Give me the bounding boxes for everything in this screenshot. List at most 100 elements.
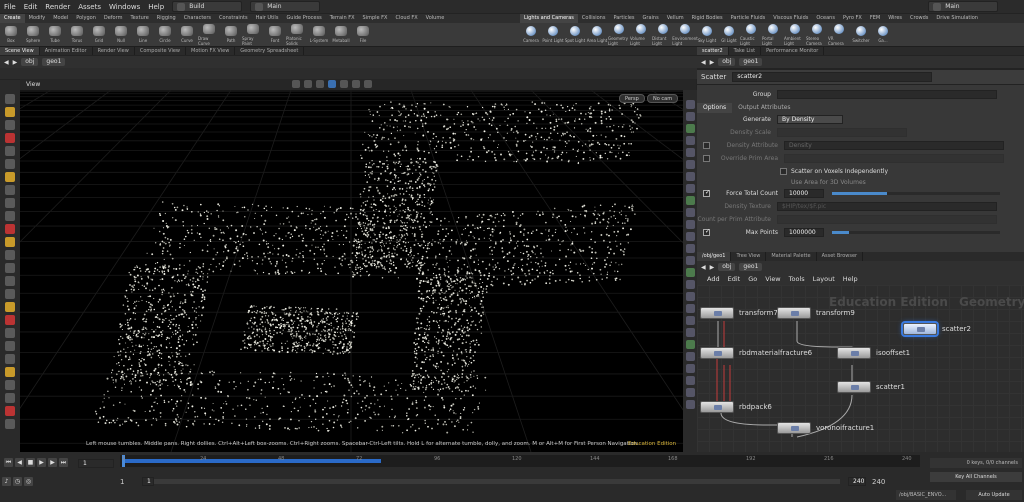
key-all-channels-button[interactable]: Key All Channels xyxy=(930,472,1022,482)
view-tool-icon[interactable] xyxy=(328,80,336,88)
tool-icon[interactable] xyxy=(5,133,15,143)
count-prim-field[interactable] xyxy=(777,215,997,224)
override-prim-field[interactable] xyxy=(784,154,1004,163)
current-frame-field[interactable]: 1 xyxy=(78,459,114,468)
viewer-tab[interactable]: Composite View xyxy=(135,47,186,55)
shelf-tool[interactable]: Distant Light xyxy=(652,23,674,46)
back-arrow-icon[interactable]: ◀ xyxy=(701,264,706,271)
view-tool-icon[interactable] xyxy=(352,80,360,88)
shelf-tool[interactable]: Volume Light xyxy=(630,23,652,46)
forward-arrow-icon[interactable]: ▶ xyxy=(13,59,18,66)
shelf-tab[interactable]: Rigid Bodies xyxy=(688,14,727,23)
update-mode-button[interactable]: Auto Update xyxy=(966,490,1022,500)
tool-icon[interactable] xyxy=(5,367,15,377)
viewer-tab[interactable]: Render View xyxy=(93,47,135,55)
shelf-tab[interactable]: Rigging xyxy=(153,14,180,23)
viewer-tab[interactable]: Scene View xyxy=(0,47,40,55)
path-geo1[interactable]: geo1 xyxy=(42,58,66,66)
node-isooffset1[interactable]: isooffset1 xyxy=(837,347,910,359)
shelf-tool[interactable]: Curve xyxy=(176,23,198,46)
forward-arrow-icon[interactable]: ▶ xyxy=(710,59,715,66)
shelf-tool[interactable]: Sky Light xyxy=(696,23,718,46)
shelf-tool[interactable]: L-System xyxy=(308,23,330,46)
force-total-checkbox[interactable] xyxy=(703,190,710,197)
stop-icon[interactable]: ■ xyxy=(26,458,35,467)
path-obj[interactable]: obj xyxy=(21,58,39,66)
persp-button[interactable]: Persp xyxy=(619,94,645,103)
shelf-tool[interactable]: Tube xyxy=(44,23,66,46)
menu-help[interactable]: Help xyxy=(148,3,164,11)
shelf-tool[interactable]: Spot Light xyxy=(564,23,586,46)
tool-icon[interactable] xyxy=(5,198,15,208)
shelf-tab[interactable]: FEM xyxy=(866,14,884,23)
tool-icon[interactable] xyxy=(5,250,15,260)
back-arrow-icon[interactable]: ◀ xyxy=(701,59,706,66)
shelf-tab[interactable]: Grains xyxy=(639,14,663,23)
shelf-tab[interactable]: Volume xyxy=(422,14,449,23)
shelf-tab[interactable]: Simple FX xyxy=(359,14,392,23)
jump-end-icon[interactable]: ⏭ xyxy=(59,458,68,467)
tab-network-path[interactable]: /obj/geo1 xyxy=(697,252,732,261)
display-option-icon[interactable] xyxy=(685,400,695,409)
shelf-tool[interactable]: Switcher xyxy=(850,23,872,46)
shelf-tab[interactable]: Particles xyxy=(609,14,638,23)
display-option-icon[interactable] xyxy=(685,100,695,109)
tool-icon[interactable] xyxy=(5,263,15,273)
max-points-checkbox[interactable] xyxy=(703,229,710,236)
shelf-tab[interactable]: Texture xyxy=(126,14,152,23)
node-rbdpack6[interactable]: rbdpack6 xyxy=(700,401,772,413)
shelf-tool[interactable]: GI Light xyxy=(718,23,740,46)
network-menu-item[interactable]: Help xyxy=(843,275,858,283)
display-option-icon[interactable] xyxy=(685,148,695,157)
tool-icon[interactable] xyxy=(5,237,15,247)
display-option-icon[interactable] xyxy=(685,256,695,265)
override-prim-checkbox[interactable] xyxy=(703,155,710,162)
tool-icon[interactable] xyxy=(5,341,15,351)
tool-icon[interactable] xyxy=(5,146,15,156)
param-path-geo1[interactable]: geo1 xyxy=(739,58,763,66)
display-option-icon[interactable] xyxy=(685,292,695,301)
shelf-tab[interactable]: Hair Utils xyxy=(252,14,283,23)
viewer-tab[interactable]: Geometry Spreadsheet xyxy=(235,47,305,55)
shelf-tab[interactable]: Viscous Fluids xyxy=(769,14,812,23)
density-attribute-checkbox[interactable] xyxy=(703,142,710,149)
shelf-tool[interactable]: Line xyxy=(132,23,154,46)
back-arrow-icon[interactable]: ◀ xyxy=(4,59,9,66)
scatter-voxels-checkbox[interactable] xyxy=(780,168,787,175)
tool-icon[interactable] xyxy=(5,419,15,429)
timeline-track[interactable]: 1 24 48 72 96 120 144 168 192 216 240 xyxy=(120,455,920,467)
network-menu-item[interactable]: Go xyxy=(748,275,757,283)
display-option-icon[interactable] xyxy=(685,172,695,181)
shelf-tab[interactable]: Collisions xyxy=(578,14,610,23)
camera-button[interactable]: No cam xyxy=(647,94,679,103)
generate-select[interactable]: By Density xyxy=(777,115,843,124)
node-scatter2[interactable]: scatter2 xyxy=(903,323,971,335)
tool-icon[interactable] xyxy=(5,315,15,325)
force-total-slider[interactable] xyxy=(832,192,1000,195)
tool-icon[interactable] xyxy=(5,380,15,390)
display-option-icon[interactable] xyxy=(685,304,695,313)
density-attribute-field[interactable]: Density xyxy=(784,141,1004,150)
shelf-tab[interactable]: Cloud FX xyxy=(391,14,421,23)
shelf-tab[interactable]: Constraints xyxy=(215,14,252,23)
shelf-tool[interactable]: File xyxy=(352,23,374,46)
shelf-tool[interactable]: Box xyxy=(0,23,22,46)
shelf-tab[interactable]: Characters xyxy=(180,14,215,23)
global-anim-icon[interactable]: ◎ xyxy=(24,477,33,486)
tool-icon[interactable] xyxy=(5,302,15,312)
param-pane-tab[interactable]: Performance Monitor xyxy=(761,47,825,55)
node-transform9[interactable]: transform9 xyxy=(777,307,855,319)
group-field[interactable] xyxy=(777,90,997,99)
shelf-tool[interactable]: Portal Light xyxy=(762,23,784,46)
forward-arrow-icon[interactable]: ▶ xyxy=(710,264,715,271)
shelf-tab[interactable]: Drive Simulation xyxy=(932,14,982,23)
display-option-icon[interactable] xyxy=(685,376,695,385)
shelf-tool[interactable]: Ambient Light xyxy=(784,23,806,46)
shelf-tool[interactable]: Null xyxy=(110,23,132,46)
shelf-tab[interactable]: Guide Process xyxy=(282,14,325,23)
shelf-tool[interactable]: VR Camera xyxy=(828,23,850,46)
menu-file[interactable]: File xyxy=(4,3,16,11)
display-option-icon[interactable] xyxy=(685,388,695,397)
shelf-tab[interactable]: Wires xyxy=(884,14,906,23)
display-option-icon[interactable] xyxy=(685,352,695,361)
